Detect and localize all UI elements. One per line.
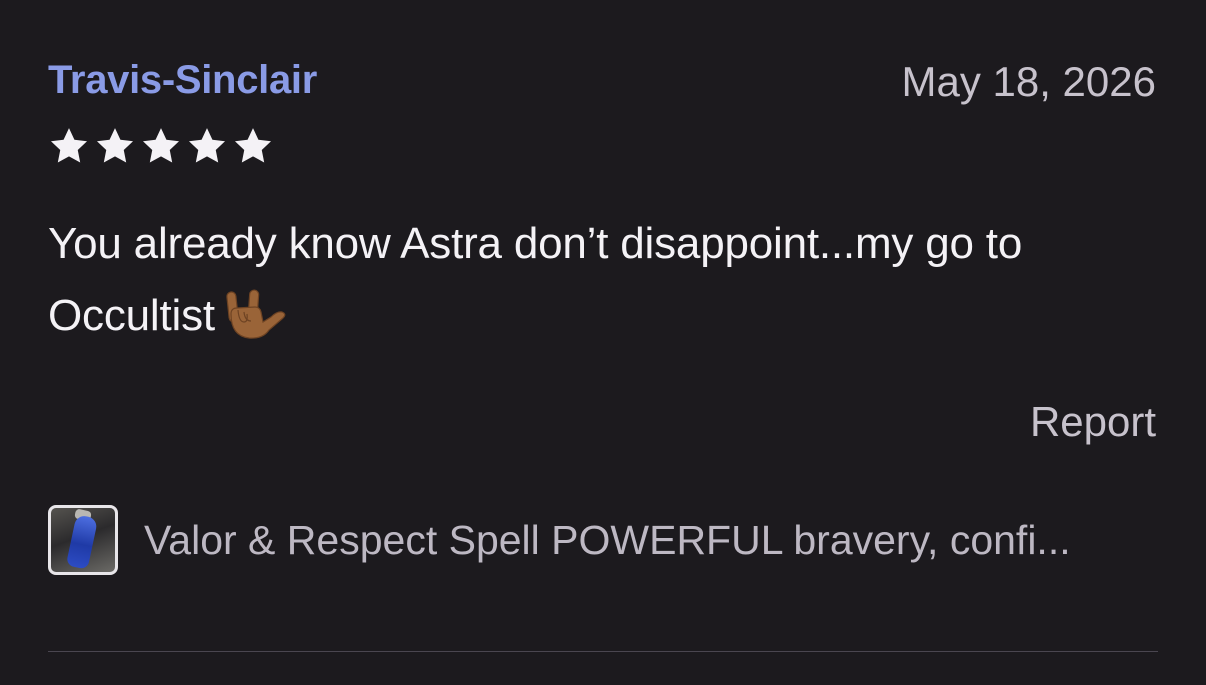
- star-rating: [48, 125, 274, 167]
- star-icon: [188, 128, 226, 163]
- review-body: You already know Astra don’t disappoint.…: [48, 208, 1158, 352]
- star-icon: [96, 128, 134, 163]
- divider: [48, 651, 1158, 652]
- love-you-hand-gesture-icon: [226, 289, 286, 339]
- listing-title[interactable]: Valor & Respect Spell POWERFUL bravery, …: [144, 517, 1071, 564]
- star-icon: [142, 128, 180, 163]
- blue-crystal-icon: [65, 514, 99, 570]
- review-date: May 18, 2026: [901, 58, 1156, 105]
- listing-thumbnail[interactable]: [48, 505, 118, 575]
- reviewer-name-link[interactable]: Travis-Sinclair: [48, 58, 317, 103]
- star-icon: [50, 128, 88, 163]
- review-text: You already know Astra don’t disappoint.…: [48, 219, 1023, 340]
- star-icon: [234, 128, 272, 163]
- listing-link[interactable]: Valor & Respect Spell POWERFUL bravery, …: [48, 505, 1071, 575]
- review-card: Travis-Sinclair May 18, 2026 You already…: [0, 0, 1206, 685]
- report-link[interactable]: Report: [1030, 398, 1156, 446]
